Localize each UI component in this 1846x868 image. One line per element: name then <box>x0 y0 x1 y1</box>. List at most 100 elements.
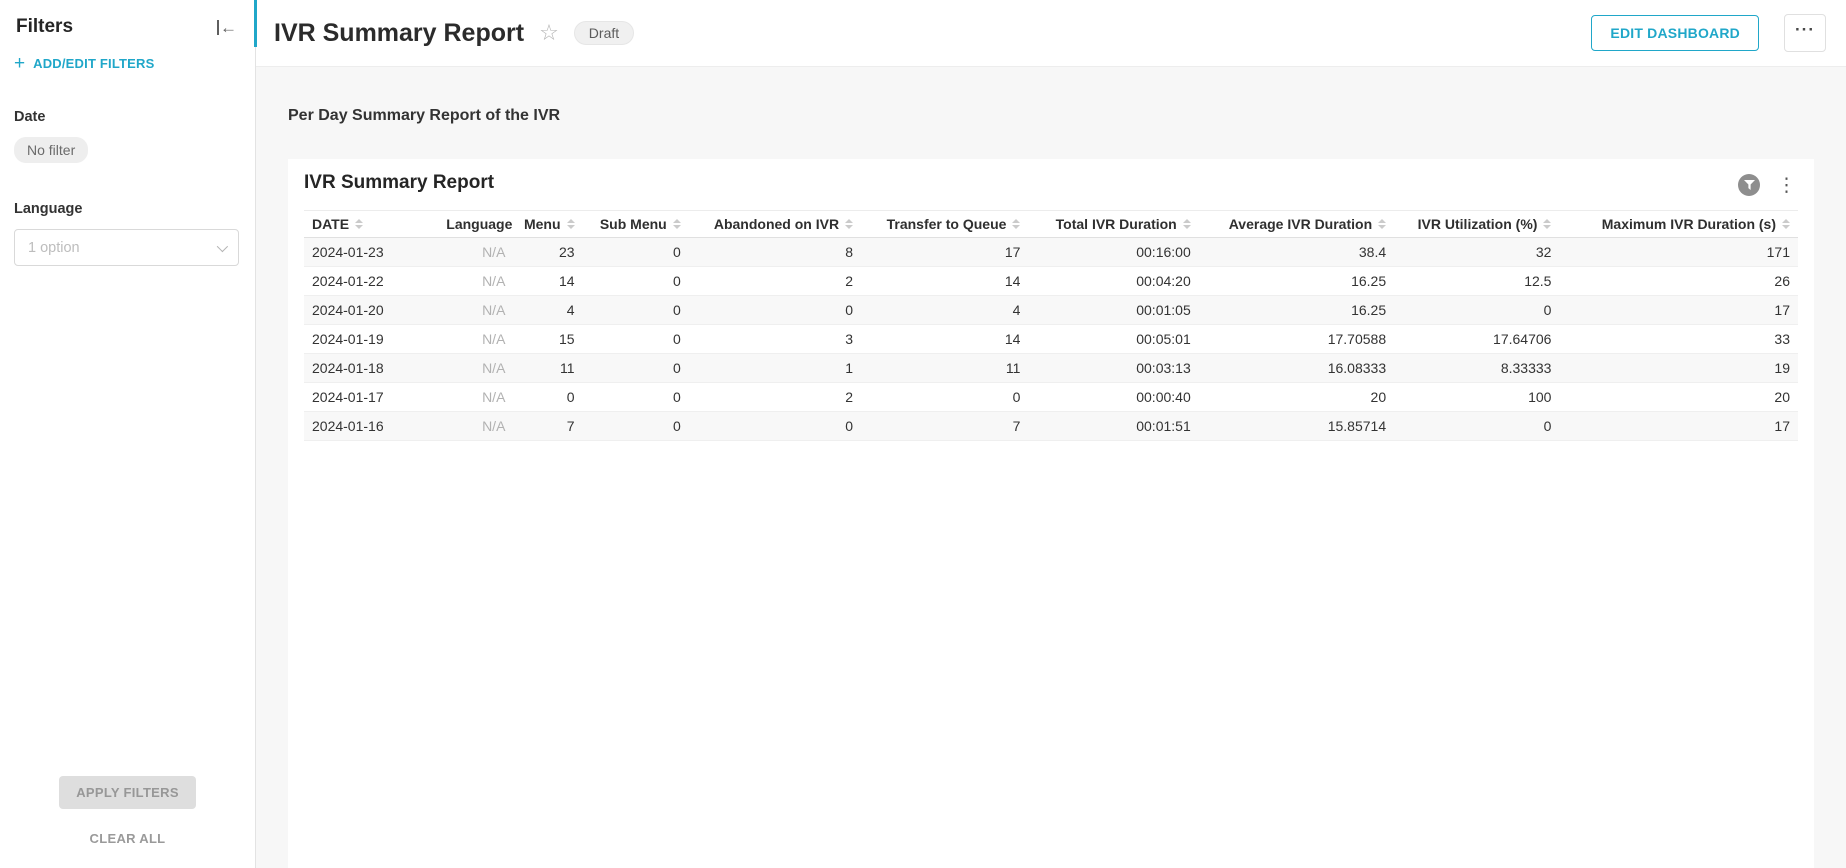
table-cell: 4 <box>861 296 1028 325</box>
language-filter-value: 1 option <box>28 240 80 256</box>
sort-icon <box>1378 219 1386 229</box>
table-cell: 0 <box>689 412 861 441</box>
table-cell: 0 <box>861 383 1028 412</box>
sort-icon <box>1012 219 1020 229</box>
table-cell: 14 <box>513 267 582 296</box>
table-cell: 15.85714 <box>1199 412 1394 441</box>
column-header-sub-menu[interactable]: Sub Menu <box>583 211 689 238</box>
cell-date: 2024-01-19 <box>304 325 438 354</box>
table-row: 2024-01-20N/A400400:01:0516.25017 <box>304 296 1798 325</box>
table-cell: 00:16:00 <box>1028 238 1198 267</box>
table-row: 2024-01-16N/A700700:01:5115.85714017 <box>304 412 1798 441</box>
chart-card-header: IVR Summary Report ⋮ <box>304 172 1798 196</box>
table-cell: 0 <box>1394 412 1559 441</box>
sort-icon <box>1782 219 1790 229</box>
sort-icon <box>1183 219 1191 229</box>
date-filter-chip[interactable]: No filter <box>14 137 88 163</box>
table-row: 2024-01-17N/A002000:00:402010020 <box>304 383 1798 412</box>
column-header-language[interactable]: Language <box>438 211 513 238</box>
table-cell: 38.4 <box>1199 238 1394 267</box>
table-cell: 0 <box>583 383 689 412</box>
table-cell: 0 <box>583 354 689 383</box>
sort-icon <box>567 219 575 229</box>
chart-menu-icon[interactable]: ⋮ <box>1775 176 1798 195</box>
column-header-abandoned-on-ivr[interactable]: Abandoned on IVR <box>689 211 861 238</box>
language-filter-select[interactable]: 1 option <box>14 229 239 266</box>
draft-status-badge: Draft <box>574 21 634 45</box>
table-cell: N/A <box>438 325 513 354</box>
table-header-row: DATELanguageMenuSub MenuAbandoned on IVR… <box>304 211 1798 238</box>
chevron-down-icon <box>217 240 228 251</box>
chart-title: IVR Summary Report <box>304 172 494 194</box>
table-cell: N/A <box>438 354 513 383</box>
table-cell: 11 <box>861 354 1028 383</box>
table-cell: N/A <box>438 383 513 412</box>
edit-dashboard-button[interactable]: EDIT DASHBOARD <box>1591 15 1759 51</box>
table-row: 2024-01-18N/A11011100:03:1316.083338.333… <box>304 354 1798 383</box>
table-cell: 0 <box>1394 296 1559 325</box>
table-cell: 0 <box>583 412 689 441</box>
table-row: 2024-01-19N/A15031400:05:0117.7058817.64… <box>304 325 1798 354</box>
table-cell: 00:05:01 <box>1028 325 1198 354</box>
table-cell: 17.64706 <box>1394 325 1559 354</box>
table-cell: 33 <box>1559 325 1798 354</box>
table-cell: 0 <box>583 296 689 325</box>
table-cell: 2 <box>689 267 861 296</box>
table-cell: 4 <box>513 296 582 325</box>
clear-all-button[interactable]: CLEAR ALL <box>0 831 255 846</box>
table-cell: 12.5 <box>1394 267 1559 296</box>
sidebar-header: Filters ← <box>0 0 255 38</box>
table-cell: 32 <box>1394 238 1559 267</box>
table-cell: 00:00:40 <box>1028 383 1198 412</box>
table-cell: 11 <box>513 354 582 383</box>
table-cell: 19 <box>1559 354 1798 383</box>
table-cell: 00:01:51 <box>1028 412 1198 441</box>
column-header-maximum-ivr-duration-s[interactable]: Maximum IVR Duration (s) <box>1559 211 1798 238</box>
column-header-average-ivr-duration[interactable]: Average IVR Duration <box>1199 211 1394 238</box>
filters-title: Filters <box>16 16 73 38</box>
collapse-sidebar-icon[interactable]: ← <box>215 18 239 37</box>
cell-date: 2024-01-18 <box>304 354 438 383</box>
column-header-total-ivr-duration[interactable]: Total IVR Duration <box>1028 211 1198 238</box>
table-cell: 15 <box>513 325 582 354</box>
sort-icon <box>1543 219 1551 229</box>
table-cell: 0 <box>583 267 689 296</box>
table-cell: 0 <box>583 325 689 354</box>
table-cell: 20 <box>1199 383 1394 412</box>
main-area: IVR Summary Report ☆ Draft EDIT DASHBOAR… <box>256 0 1846 868</box>
apply-filters-button[interactable]: APPLY FILTERS <box>59 776 196 809</box>
table-cell: 17 <box>1559 412 1798 441</box>
applied-filters-icon[interactable] <box>1738 174 1760 196</box>
table-cell: 00:04:20 <box>1028 267 1198 296</box>
add-edit-filters-button[interactable]: + ADD/EDIT FILTERS <box>14 56 239 71</box>
sidebar-accent-bar <box>254 0 257 47</box>
table-row: 2024-01-22N/A14021400:04:2016.2512.526 <box>304 267 1798 296</box>
table-cell: N/A <box>438 238 513 267</box>
column-header-menu[interactable]: Menu <box>513 211 582 238</box>
column-header-date[interactable]: DATE <box>304 211 438 238</box>
table-cell: 8.33333 <box>1394 354 1559 383</box>
table-cell: 7 <box>861 412 1028 441</box>
cell-date: 2024-01-22 <box>304 267 438 296</box>
favorite-star-icon[interactable]: ☆ <box>539 22 559 44</box>
plus-icon: + <box>14 57 25 71</box>
table-cell: 16.08333 <box>1199 354 1394 383</box>
table-cell: 26 <box>1559 267 1798 296</box>
cell-date: 2024-01-17 <box>304 383 438 412</box>
cell-date: 2024-01-23 <box>304 238 438 267</box>
table-cell: 17 <box>1559 296 1798 325</box>
table-cell: 100 <box>1394 383 1559 412</box>
collapse-bar <box>217 20 219 35</box>
column-header-transfer-to-queue[interactable]: Transfer to Queue <box>861 211 1028 238</box>
table-cell: 20 <box>1559 383 1798 412</box>
funnel-glyph <box>1744 180 1755 190</box>
table-cell: N/A <box>438 296 513 325</box>
collapse-arrow: ← <box>220 20 237 35</box>
more-options-button[interactable]: ··· <box>1784 14 1826 52</box>
markdown-text: Per Day Summary Report of the IVR <box>288 107 1814 125</box>
table-cell: 23 <box>513 238 582 267</box>
table-cell: 0 <box>583 238 689 267</box>
column-header-ivr-utilization[interactable]: IVR Utilization (%) <box>1394 211 1559 238</box>
chart-card: IVR Summary Report ⋮ DATELanguageMe <box>288 159 1814 868</box>
table-cell: N/A <box>438 412 513 441</box>
